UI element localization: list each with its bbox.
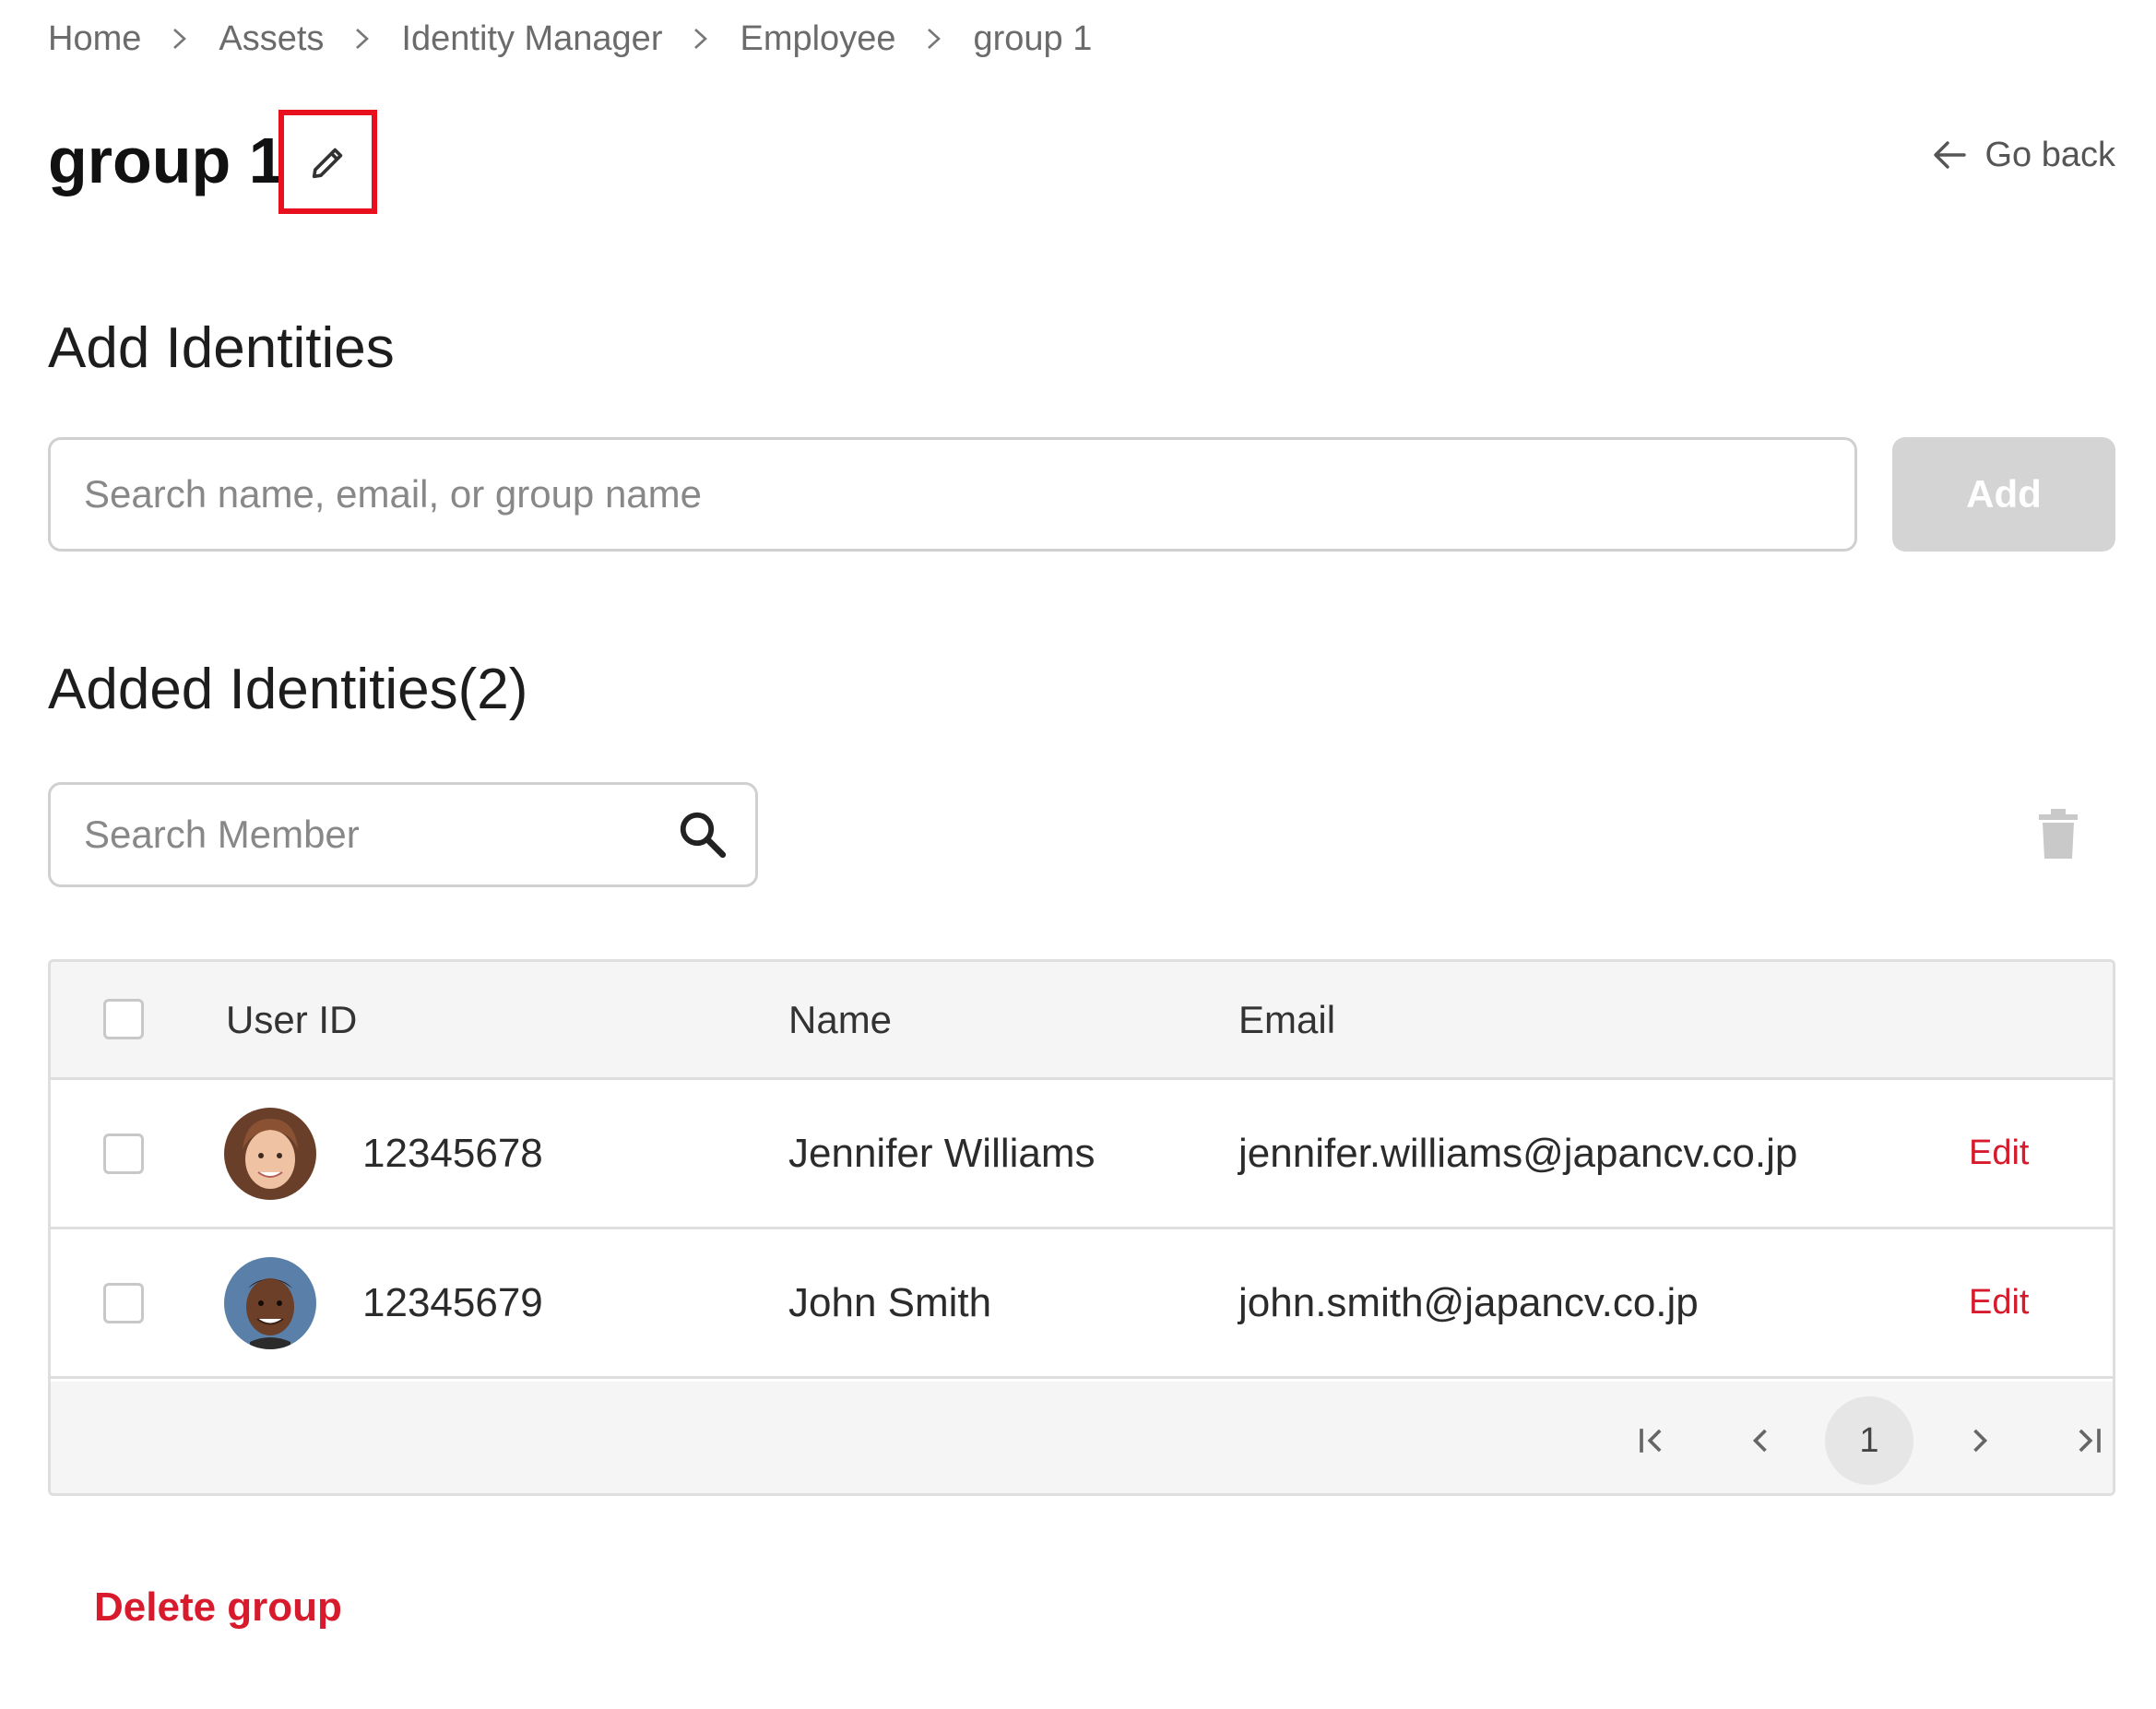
first-page-button[interactable]: [1607, 1396, 1696, 1485]
next-page-button[interactable]: [1936, 1396, 2024, 1485]
cell-email: john.smith@japancv.co.jp: [1238, 1280, 1699, 1325]
chevron-right-icon: [662, 27, 740, 51]
delete-selected-button[interactable]: [2029, 804, 2088, 863]
group-detail-page: Home Assets Identity Manager Employee gr…: [0, 0, 2156, 1709]
table-row: 12345678 Jennifer Williams jennifer.will…: [51, 1080, 2113, 1229]
column-header-name[interactable]: Name: [788, 962, 892, 1077]
chevron-right-icon: [1973, 1429, 1988, 1453]
member-search: [48, 782, 758, 887]
cell-user-id: 12345678: [362, 1131, 543, 1176]
table-header: User ID Name Email: [51, 962, 2113, 1080]
cell-name: John Smith: [788, 1280, 992, 1325]
first-page-icon: [1640, 1429, 1662, 1453]
chevron-left-icon: [1752, 1429, 1767, 1453]
breadcrumb: Home Assets Identity Manager Employee gr…: [48, 17, 1092, 61]
identity-search-input[interactable]: [48, 437, 1857, 552]
breadcrumb-home[interactable]: Home: [48, 19, 141, 59]
edit-title-button[interactable]: [278, 110, 377, 214]
delete-group-button[interactable]: Delete group: [94, 1584, 342, 1631]
breadcrumb-identity-manager[interactable]: Identity Manager: [401, 19, 662, 59]
cell-name: Jennifer Williams: [788, 1131, 1096, 1176]
last-page-button[interactable]: [2044, 1396, 2113, 1485]
chevron-right-icon: [895, 27, 973, 51]
breadcrumb-assets[interactable]: Assets: [219, 19, 324, 59]
edit-row-button[interactable]: Edit: [1969, 1080, 2029, 1227]
cell-user-id: 12345679: [362, 1280, 543, 1325]
chevron-right-icon: [324, 27, 401, 51]
add-identities-heading: Add Identities: [48, 316, 395, 380]
chevron-right-icon: [141, 27, 219, 51]
table-row: 12345679 John Smith john.smith@japancv.c…: [51, 1229, 2113, 1379]
page-number-current[interactable]: 1: [1825, 1396, 1913, 1485]
avatar: [224, 1108, 316, 1200]
row-checkbox[interactable]: [103, 1133, 144, 1174]
members-table: User ID Name Email 12345678 Jennifer Wil…: [48, 959, 2115, 1496]
table-footer: 1: [51, 1382, 2113, 1493]
page-title: group 1: [48, 125, 285, 196]
breadcrumb-current: group 1: [973, 18, 1093, 58]
row-checkbox[interactable]: [103, 1283, 144, 1323]
trash-icon: [2039, 809, 2078, 859]
add-button[interactable]: Add: [1892, 437, 2115, 552]
member-search-input[interactable]: [51, 785, 661, 884]
breadcrumb-employee[interactable]: Employee: [740, 19, 895, 59]
go-back-label: Go back: [1984, 135, 2115, 174]
column-header-email[interactable]: Email: [1238, 962, 1335, 1077]
previous-page-button[interactable]: [1716, 1396, 1805, 1485]
search-icon[interactable]: [661, 785, 744, 884]
pencil-icon: [312, 148, 342, 178]
go-back-link[interactable]: Go back: [1931, 129, 2115, 181]
select-all-checkbox[interactable]: [103, 999, 144, 1039]
column-header-user-id[interactable]: User ID: [226, 962, 357, 1077]
last-page-icon: [2079, 1429, 2101, 1453]
edit-row-button[interactable]: Edit: [1969, 1229, 2029, 1376]
added-identities-heading: Added Identities(2): [48, 658, 528, 721]
cell-email: jennifer.williams@japancv.co.jp: [1238, 1131, 1798, 1176]
avatar: [224, 1257, 316, 1349]
arrow-left-icon: [1934, 141, 1967, 169]
